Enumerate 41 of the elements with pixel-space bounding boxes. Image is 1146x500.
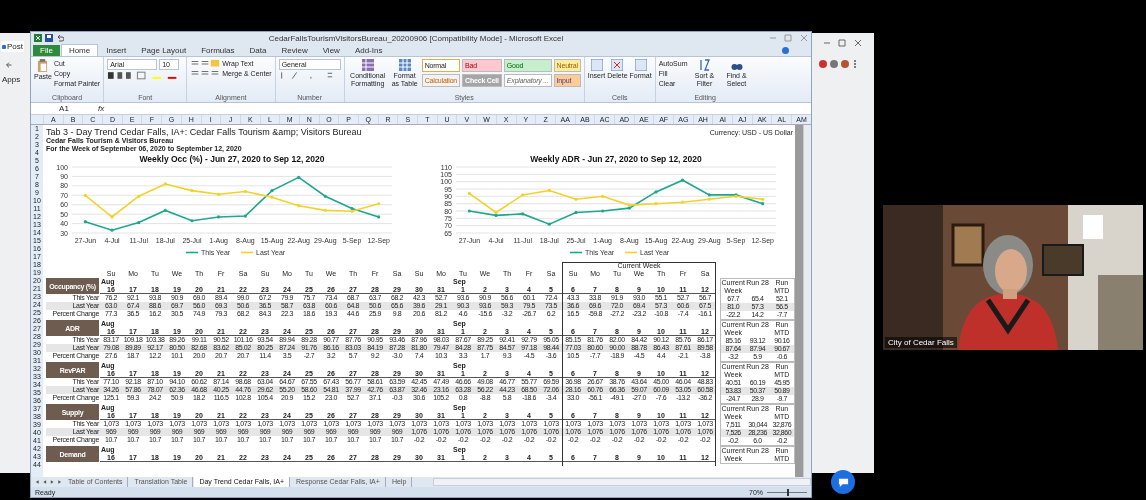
name-box[interactable]: A1 bbox=[34, 104, 94, 113]
ribbon-tab[interactable]: Data bbox=[242, 44, 274, 56]
clipboard-icon bbox=[37, 59, 49, 72]
vertical-scrollbar[interactable] bbox=[803, 125, 811, 477]
chart-title: Weekly ADR - Jun 27, 2020 to Sep 12, 2020 bbox=[530, 154, 702, 164]
browser-tab[interactable]: Post bbox=[1, 41, 24, 52]
help-icon[interactable] bbox=[782, 46, 789, 54]
ribbon-tab[interactable]: Add-Ins bbox=[347, 44, 390, 56]
ribbon-tab[interactable]: Review bbox=[274, 44, 315, 56]
ribbon-tab[interactable]: File bbox=[33, 44, 60, 56]
participant-name: City of Cedar Falls bbox=[885, 337, 957, 348]
bookmark-link[interactable]: Apps bbox=[2, 75, 21, 84]
legend-swatch bbox=[185, 251, 199, 254]
window-title: CedarFallsTourismVisitorsBureau_20200906 [Compatibility Mode] - Microsoft Excel bbox=[267, 33, 565, 43]
cells-icon bbox=[634, 59, 647, 71]
table-icon bbox=[398, 59, 411, 71]
cross-icon bbox=[611, 59, 624, 71]
ribbon-tab[interactable]: Home bbox=[60, 44, 99, 56]
legend-swatch bbox=[240, 251, 254, 254]
speech-bubble-icon bbox=[837, 476, 849, 488]
ribbon-tab[interactable]: Formulas bbox=[194, 44, 242, 56]
window-controls-icon[interactable] bbox=[822, 39, 862, 47]
tab-scroll-arrows-icon[interactable] bbox=[34, 479, 62, 485]
legend-swatch bbox=[624, 251, 638, 254]
sheet-title: Tab 3 - Day Trend Cedar Falls, IA+: Cedar Falls Tourism &amp; Visitors Bureau bbox=[46, 127, 362, 137]
table-icon bbox=[361, 59, 374, 71]
legend-swatch bbox=[569, 251, 583, 254]
cells-icon bbox=[590, 59, 603, 71]
chart-title: Weekly Occ (%) - Jun 27, 2020 to Sep 12, 2020 bbox=[139, 154, 325, 164]
extension-icons[interactable] bbox=[818, 59, 858, 69]
save-icon[interactable] bbox=[45, 34, 53, 42]
sort-icon bbox=[698, 59, 711, 71]
horizontal-scrollbar[interactable] bbox=[433, 478, 811, 486]
ribbon-tab[interactable]: Insert bbox=[99, 44, 134, 56]
undo-icon[interactable] bbox=[56, 34, 64, 42]
ribbon-tab[interactable]: View bbox=[315, 44, 347, 56]
spreadsheet-icon[interactable] bbox=[34, 34, 42, 42]
back-arrow-icon[interactable] bbox=[5, 61, 13, 69]
chat-button[interactable] bbox=[831, 470, 855, 494]
ribbon-tab[interactable]: Page Layout bbox=[134, 44, 194, 56]
function-label[interactable]: fx bbox=[98, 104, 105, 113]
